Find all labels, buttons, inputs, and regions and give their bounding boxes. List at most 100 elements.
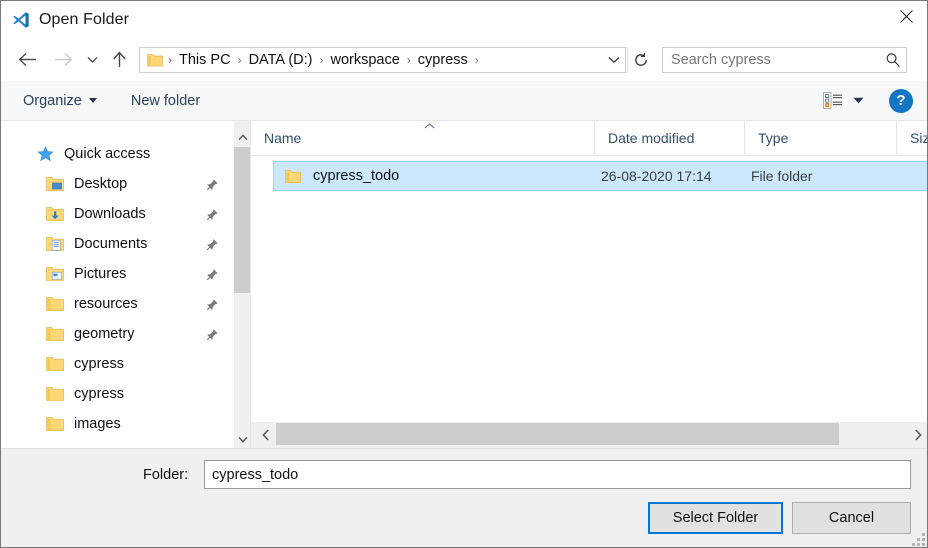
folder-name-value: cypress_todo [212,466,299,483]
scrollbar-thumb[interactable] [234,147,251,293]
sidebar-item-documents[interactable]: Documents [1,229,233,259]
folder-icon [45,414,65,434]
pin-icon[interactable] [205,207,219,221]
sidebar-item-resources[interactable]: resources [1,289,233,319]
pin-icon[interactable] [205,237,219,251]
sidebar-item-geometry[interactable]: geometry [1,319,233,349]
pin-icon[interactable] [205,297,219,311]
pin-icon[interactable] [205,267,219,281]
help-label: ? [896,92,906,109]
column-header-date-modified[interactable]: Date modified [595,121,745,155]
file-name-cell: cypress_todo [274,168,399,184]
documents-folder-icon [45,234,65,254]
scrollbar-thumb[interactable] [276,423,839,445]
dialog-body: Quick access Desktop Downloads Documents… [1,121,927,448]
star-icon [35,144,55,164]
navigation-pane: Quick access Desktop Downloads Documents… [1,121,233,448]
sidebar-item-label: Desktop [74,176,128,192]
sidebar-item-pictures[interactable]: Pictures [1,259,233,289]
column-header-label: Date modified [608,130,695,146]
column-header-label: Size [910,130,927,146]
file-list-horizontal-scrollbar[interactable] [251,422,927,448]
select-folder-label: Select Folder [672,510,759,526]
column-header-label: Name [264,130,302,146]
breadcrumb-item-workspace[interactable]: workspace [327,52,402,68]
file-date-modified: 26-08-2020 17:14 [601,168,712,184]
back-arrow-icon[interactable] [11,44,43,76]
list-view-icon[interactable] [817,87,849,115]
resize-grip-icon[interactable] [912,532,926,546]
scroll-chevron-down-icon[interactable] [234,431,251,448]
folder-icon [146,52,164,68]
column-headers: Name Date modified Type Size [251,121,927,156]
sidebar-item-cypress-2[interactable]: cypress [1,379,233,409]
sidebar-item-downloads[interactable]: Downloads [1,199,233,229]
sidebar-item-label: Quick access [64,146,151,162]
address-bar[interactable]: › This PC › DATA (D:) › workspace › cypr… [139,46,626,73]
new-folder-button[interactable]: New folder [124,87,207,115]
new-folder-label: New folder [130,92,201,109]
sidebar-item-desktop[interactable]: Desktop [1,169,233,199]
folder-icon [45,354,65,374]
open-folder-dialog: Open Folder › This PC › DATA (D:) › work… [0,0,928,548]
forward-arrow-icon [47,44,79,76]
breadcrumb-item-data-d[interactable]: DATA (D:) [246,52,316,68]
column-header-name[interactable]: Name [251,121,595,155]
file-type: File folder [751,168,813,184]
cancel-button[interactable]: Cancel [792,502,911,534]
recent-locations-chevron-down-icon[interactable] [81,44,103,76]
navigation-pane-scrollbar[interactable] [233,121,251,448]
folder-name-input[interactable]: cypress_todo [204,460,911,489]
sidebar-item-images[interactable]: images [1,409,233,439]
select-folder-button[interactable]: Select Folder [648,502,783,534]
sidebar-item-label: geometry [74,326,135,342]
sidebar-item-label: cypress [74,356,124,372]
dialog-footer: Folder: cypress_todo Select Folder Cance… [1,448,927,547]
scroll-chevron-up-icon[interactable] [234,129,251,146]
downloads-folder-icon [45,204,65,224]
sidebar-item-label: Pictures [74,266,127,282]
folder-icon [45,294,65,314]
column-header-type[interactable]: Type [745,121,897,155]
column-header-label: Type [758,130,789,146]
help-icon[interactable]: ? [889,88,913,113]
sidebar-item-label: Documents [74,236,148,252]
scroll-chevron-right-icon[interactable] [909,422,926,448]
sidebar-item-label: cypress [74,386,124,402]
file-list: Name Date modified Type Size [251,121,927,448]
breadcrumb-item-cypress[interactable]: cypress [415,52,471,68]
cancel-label: Cancel [828,510,875,526]
sidebar-item-cypress-1[interactable]: cypress [1,349,233,379]
table-row[interactable]: cypress_todo 26-08-2020 17:14 File folde… [273,161,927,191]
breadcrumb-separator: › [474,52,479,67]
command-toolbar: Organize New folder ? [1,81,927,121]
pin-icon[interactable] [205,327,219,341]
search-input[interactable]: Search cypress [662,46,907,73]
breadcrumb-separator: › [319,52,324,67]
navigation-bar: › This PC › DATA (D:) › workspace › cypr… [1,38,927,81]
folder-field-label: Folder: [143,467,189,483]
sidebar-item-quick-access[interactable]: Quick access [1,139,233,169]
folder-icon [45,384,65,404]
breadcrumb-separator: › [406,52,411,67]
search-icon[interactable] [880,49,906,71]
refresh-icon[interactable] [627,46,654,73]
pin-icon[interactable] [205,177,219,191]
organize-label: Organize [23,92,82,109]
window-title: Open Folder [39,10,130,28]
chevron-down-icon [88,98,97,103]
up-arrow-icon[interactable] [105,44,133,76]
breadcrumb-separator: › [237,52,242,67]
desktop-folder-icon [45,174,65,194]
view-options-chevron-down-icon[interactable] [849,87,867,115]
folder-icon [284,168,302,184]
file-name-label: cypress_todo [313,168,400,184]
organize-button[interactable]: Organize [16,87,104,115]
address-chevron-down-icon[interactable] [603,48,625,72]
breadcrumb-item-this-pc[interactable]: This PC [176,52,234,68]
column-header-size[interactable]: Size [897,121,927,155]
close-button[interactable] [883,1,927,32]
sidebar-item-label: resources [74,296,138,312]
folder-icon [45,324,65,344]
scroll-chevron-left-icon[interactable] [257,422,274,448]
